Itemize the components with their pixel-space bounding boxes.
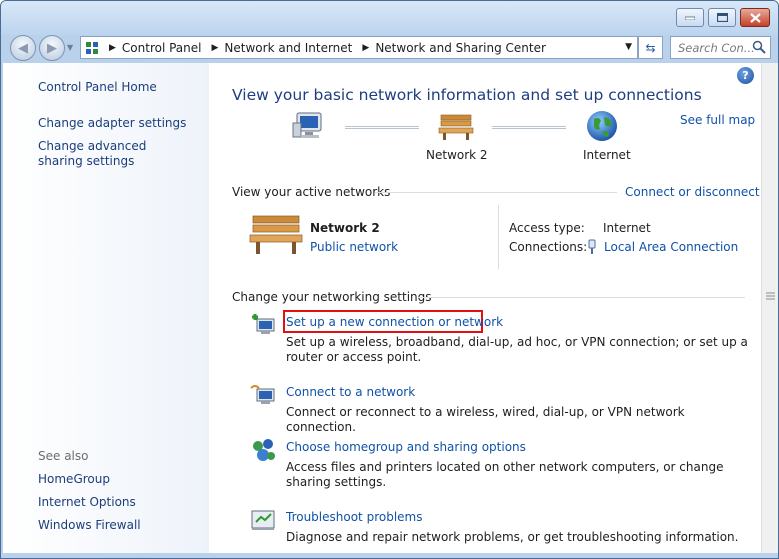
refresh-button[interactable]: ⇆: [638, 36, 663, 59]
scroll-grip-icon[interactable]: [764, 291, 777, 301]
map-node-internet-label: Internet: [583, 148, 631, 162]
task-homegroup-desc: Access files and printers located on oth…: [286, 460, 724, 489]
troubleshoot-icon: [251, 510, 275, 530]
address-bar[interactable]: ▶ Control Panel ▶ Network and Internet ▶…: [80, 36, 638, 59]
see-also-header: See also: [38, 449, 89, 463]
divider: [498, 205, 499, 269]
network-type-link[interactable]: Public network: [310, 240, 398, 254]
connect-network-icon: [250, 385, 275, 404]
access-type-value: Internet: [603, 221, 651, 235]
bench-icon: [249, 215, 303, 254]
help-button[interactable]: ?: [737, 67, 754, 84]
search-input[interactable]: Search Con...: [670, 36, 771, 59]
local-area-connection-link[interactable]: Local Area Connection: [604, 240, 738, 254]
connections-label: Connections:: [509, 240, 588, 254]
maximize-icon: [716, 13, 728, 22]
connect-or-disconnect-link[interactable]: Connect or disconnect: [625, 185, 760, 199]
refresh-icon: ⇆: [645, 40, 656, 55]
map-link-line: [345, 126, 419, 129]
chevron-right-icon[interactable]: ▶: [109, 43, 116, 53]
navigation-bar: ◀ ▶ ▼ ▶ Control Panel ▶ Network and Inte…: [1, 33, 778, 63]
window-bottom-border: [1, 553, 778, 558]
close-button[interactable]: [740, 8, 770, 27]
breadcrumb-network-and-sharing-center[interactable]: Network and Sharing Center: [375, 41, 546, 55]
task-troubleshoot-link[interactable]: Troubleshoot problems: [286, 510, 422, 524]
chevron-down-icon: ▼: [67, 43, 74, 52]
map-node-network-label: Network 2: [426, 148, 488, 162]
chevron-right-icon[interactable]: ▶: [362, 43, 369, 53]
divider: [375, 192, 617, 193]
homegroup-icon: [253, 439, 275, 461]
sidebar-link-control-panel-home[interactable]: Control Panel Home: [38, 80, 157, 95]
breadcrumb-network-and-internet[interactable]: Network and Internet: [224, 41, 352, 55]
address-dropdown-icon[interactable]: ▼: [625, 42, 632, 52]
arrow-right-icon: ▶: [47, 40, 57, 56]
task-homegroup-link[interactable]: Choose homegroup and sharing options: [286, 440, 526, 454]
help-icon: ?: [742, 69, 749, 82]
networking-settings-header: Change your networking settings: [232, 290, 432, 304]
arrow-left-icon: ◀: [18, 40, 28, 56]
page-title: View your basic network information and …: [232, 86, 702, 104]
active-networks-header: View your active networks: [232, 185, 391, 199]
main-content: ? View your basic network information an…: [209, 63, 761, 553]
divider: [418, 297, 745, 298]
search-placeholder: Search Con...: [678, 40, 755, 55]
control-panel-icon: [86, 41, 98, 54]
task-troubleshoot-desc: Diagnose and repair network problems, or…: [286, 530, 739, 544]
sidebar: Control Panel Home Change adapter settin…: [3, 63, 209, 553]
recent-pages-dropdown[interactable]: ▼: [67, 43, 73, 52]
sidebar-link-internet-options[interactable]: Internet Options: [38, 495, 136, 510]
see-full-map-link[interactable]: See full map: [680, 113, 755, 127]
ethernet-icon: [588, 239, 596, 254]
globe-icon: [587, 111, 617, 141]
minimize-button[interactable]: [676, 8, 704, 27]
new-connection-icon: [252, 314, 275, 334]
breadcrumb-control-panel[interactable]: Control Panel: [122, 41, 202, 55]
sidebar-link-homegroup[interactable]: HomeGroup: [38, 472, 110, 487]
back-button[interactable]: ◀: [10, 35, 36, 61]
title-bar: [1, 1, 778, 35]
sidebar-link-windows-firewall[interactable]: Windows Firewall: [38, 518, 141, 533]
sidebar-link-change-adapter-settings[interactable]: Change adapter settings: [38, 116, 186, 131]
access-type-label: Access type:: [509, 221, 585, 235]
task-setup-connection-link[interactable]: Set up a new connection or network: [286, 315, 503, 329]
map-link-line: [492, 126, 566, 129]
search-icon[interactable]: [752, 40, 766, 54]
task-connect-network-desc: Connect or reconnect to a wireless, wire…: [286, 405, 685, 434]
bench-icon: [438, 114, 474, 140]
task-connect-network-link[interactable]: Connect to a network: [286, 385, 415, 399]
scrollbar[interactable]: [761, 63, 778, 553]
computer-icon: [292, 112, 322, 138]
sidebar-link-change-advanced-sharing[interactable]: Change advanced sharing settings: [38, 139, 188, 169]
forward-button[interactable]: ▶: [39, 35, 65, 61]
close-icon: [749, 12, 761, 23]
maximize-button[interactable]: [708, 8, 736, 27]
network-name: Network 2: [310, 221, 380, 235]
chevron-right-icon[interactable]: ▶: [212, 43, 219, 53]
window: ◀ ▶ ▼ ▶ Control Panel ▶ Network and Inte…: [0, 0, 779, 559]
task-setup-connection-desc: Set up a wireless, broadband, dial-up, a…: [286, 335, 748, 364]
minimize-icon: [685, 16, 695, 20]
